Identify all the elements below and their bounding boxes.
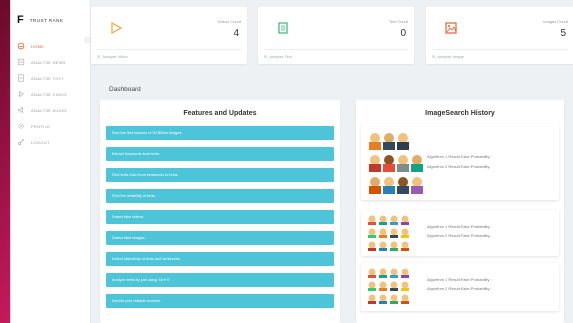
stat-footer-label: Analyse Video — [102, 54, 128, 59]
feature-item[interactable]: Decide your reliable sources. — [106, 294, 334, 308]
sidebar-item-analyse-text[interactable]: ANALYSE TEXT — [11, 70, 90, 86]
newspaper-icon — [17, 58, 25, 66]
faces-thumbnail — [369, 133, 423, 194]
divider — [97, 49, 241, 50]
algorithm-1-result: Algorithm 1 Result:Fake Probability: — [427, 224, 491, 229]
stat-label: Text Count — [388, 19, 408, 24]
refresh-icon: ⟳ — [97, 54, 101, 59]
history-item[interactable]: Algorithm 1 Result:Fake Probability: Alg… — [361, 210, 559, 256]
algorithm-1-result: Algorithm 1 Result:Fake Probability: — [427, 277, 491, 282]
sidebar-item-label: LOGOUT — [31, 139, 50, 145]
brand[interactable]: F TRUST RANK — [11, 0, 90, 30]
stat-value: 5 — [560, 28, 566, 39]
faces-thumbnail — [368, 215, 409, 251]
divider — [432, 49, 568, 50]
analyse-video-link[interactable]: ⟳ Analyse Video — [97, 54, 128, 59]
stat-card-images[interactable]: Images Count 5 ⟳ Analyse Image — [426, 7, 573, 64]
history-item[interactable]: Algorithm 1 Result:Fake Probability: Alg… — [361, 124, 559, 200]
feature-item[interactable]: Find texts from from sentences to texts. — [106, 168, 334, 182]
stat-label: Videos Count — [217, 19, 241, 24]
features-title: Features and Updates — [183, 110, 257, 117]
feature-item[interactable]: Detect fake videos. — [106, 210, 334, 224]
brand-logo: F — [17, 14, 24, 26]
stat-label: Images Count — [543, 19, 568, 24]
document-icon — [276, 21, 290, 35]
feature-item[interactable]: Analyze texts by just using ‘Ctrl+V’ — [106, 273, 334, 287]
sidebar-item-label: ANALYSE AUDIO — [31, 107, 67, 113]
sidebar-item-analyse-audio[interactable]: ANALYSE AUDIO — [11, 102, 90, 118]
sidebar-nav: HOME ANALYSE NEWS ANALYSE TEXT ANALYSE V… — [11, 38, 90, 150]
brand-name: TRUST RANK — [29, 17, 64, 23]
feature-item[interactable]: Detect fake images. — [106, 231, 334, 245]
stat-card-text[interactable]: Text Count 0 ⟳ Analyse Text — [258, 7, 414, 64]
video-icon — [109, 21, 123, 35]
stat-card-videos[interactable]: Videos Count 4 ⟳ Analyse Video — [91, 7, 247, 64]
stat-value: 4 — [233, 28, 239, 39]
sidebar-item-label: HOME — [31, 43, 45, 49]
sidebar-item-label: ANALYSE TEXT — [31, 75, 65, 81]
feature-item[interactable]: Detect objectivity of texts and sentence… — [106, 252, 334, 266]
sidebar-item-analyse-news[interactable]: ANALYSE NEWS — [11, 54, 90, 70]
algorithm-1-result: Algorithm 1 Result:Fake Probability: — [427, 154, 491, 159]
divider — [264, 49, 408, 50]
sidebar-item-logout[interactable]: LOGOUT — [11, 134, 90, 150]
feature-item[interactable]: Find the first sources of 50 Billion Ima… — [106, 126, 334, 140]
sidebar-item-home[interactable]: HOME — [11, 38, 90, 54]
refresh-icon: ⟳ — [264, 54, 268, 59]
analyse-image-link[interactable]: ⟳ Analyse Image — [432, 54, 464, 59]
logout-icon — [17, 138, 25, 146]
sidebar-item-profile[interactable]: PROFILE — [11, 118, 90, 134]
faces-thumbnail — [368, 268, 409, 304]
stat-footer-label: Analyse Text — [269, 54, 292, 59]
feature-item[interactable]: Find the reliability of texts. — [106, 189, 334, 203]
sidebar: F TRUST RANK HOME ANALYSE NEWS ANALYSE T… — [11, 0, 91, 323]
features-panel: Features and Updates Find the first sour… — [100, 100, 340, 323]
document-icon — [17, 74, 25, 82]
algorithm-2-result: Algorithm 2 Result:Fake Probability: — [427, 164, 491, 169]
audio-icon — [17, 106, 25, 114]
analyse-text-link[interactable]: ⟳ Analyse Text — [264, 54, 292, 59]
history-item[interactable]: Algorithm 1 Result:Fake Probability: Alg… — [361, 263, 559, 311]
algorithm-2-result: Algorithm 2 Result:Fake Probability: — [427, 233, 491, 238]
image-icon — [444, 21, 458, 35]
gear-icon — [17, 122, 25, 130]
sidebar-item-label: PROFILE — [31, 123, 51, 129]
sidebar-item-label: ANALYSE NEWS — [31, 59, 66, 65]
sidebar-item-analyse-video[interactable]: ANALYSE VIDEO — [11, 86, 90, 102]
sidebar-item-label: ANALYSE VIDEO — [31, 91, 67, 97]
stat-footer-label: Analyse Image — [437, 54, 464, 59]
history-title: ImageSearch History — [425, 110, 495, 117]
page-title: Dashboard — [109, 86, 141, 93]
feature-item[interactable]: Extract Keywords from texts. — [106, 147, 334, 161]
home-icon — [17, 42, 25, 50]
stat-value: 0 — [400, 28, 406, 39]
app-window: F TRUST RANK HOME ANALYSE NEWS ANALYSE T… — [10, 0, 573, 323]
image-search-history-panel: ImageSearch History Algorithm 1 Result:F… — [356, 100, 564, 323]
video-icon — [17, 90, 25, 98]
refresh-icon: ⟳ — [432, 54, 436, 59]
algorithm-2-result: Algorithm 2 Result:Fake Probability: — [427, 286, 491, 291]
